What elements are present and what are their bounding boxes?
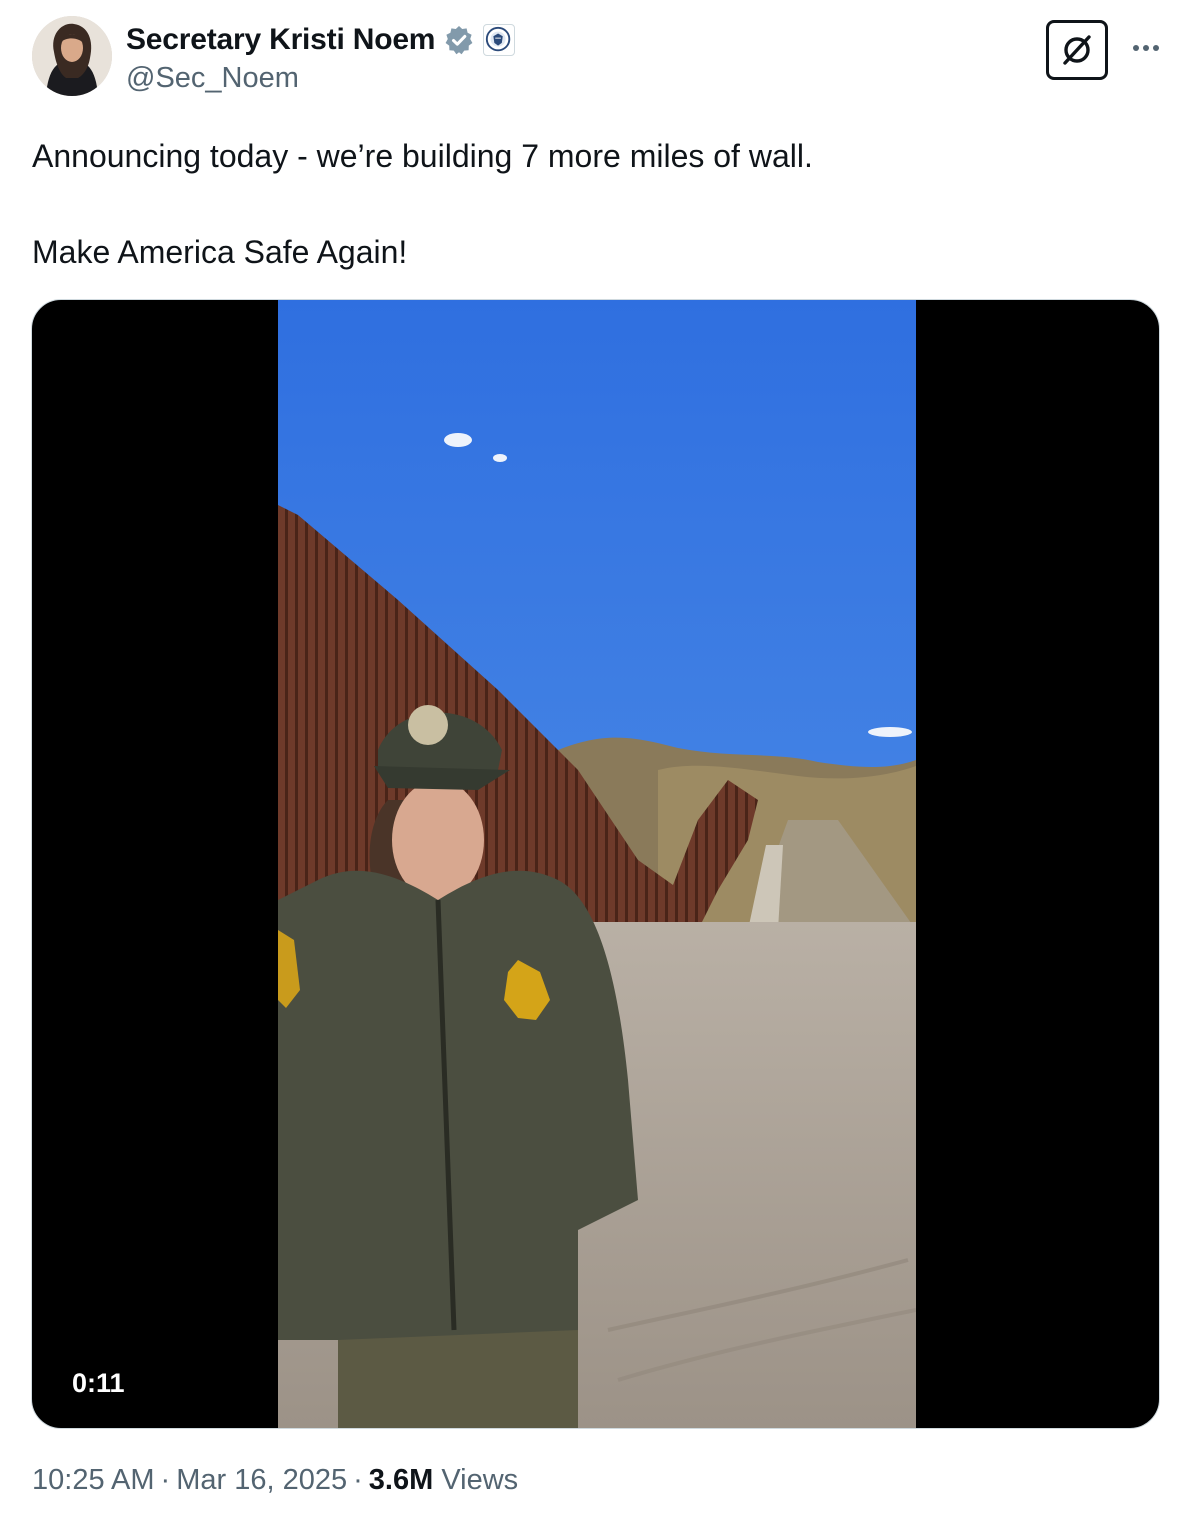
video-player[interactable]: 0:11 bbox=[31, 299, 1160, 1429]
grok-button[interactable] bbox=[1046, 20, 1108, 80]
more-options-icon[interactable] bbox=[1126, 30, 1166, 66]
meta-separator: · bbox=[353, 1464, 363, 1496]
views-count[interactable]: 3.6M bbox=[369, 1464, 433, 1496]
tweet-time[interactable]: 10:25 AM bbox=[32, 1464, 155, 1496]
tweet-text-line: Make America Safe Again! bbox=[32, 234, 408, 270]
author-name-row: Secretary Kristi Noem bbox=[126, 20, 516, 60]
dhs-seal-icon[interactable] bbox=[483, 24, 516, 56]
avatar[interactable] bbox=[32, 16, 112, 96]
video-frame[interactable] bbox=[278, 300, 916, 1428]
more-dot bbox=[1143, 45, 1149, 51]
author-display-name[interactable]: Secretary Kristi Noem bbox=[126, 23, 435, 57]
tweet-card: Secretary Kristi Noem @Sec_Noem Announci… bbox=[0, 0, 1185, 1515]
meta-separator: · bbox=[160, 1464, 171, 1496]
tweet-date[interactable]: Mar 16, 2025 bbox=[176, 1464, 347, 1496]
avatar-photo bbox=[32, 16, 112, 96]
tweet-text-line: Announcing today - we’re building 7 more… bbox=[32, 138, 813, 174]
verified-badge-icon[interactable] bbox=[443, 24, 475, 56]
grok-icon bbox=[1063, 35, 1091, 65]
tweet-meta: 10:25 AM · Mar 16, 2025 · 3.6M Views bbox=[32, 1464, 518, 1497]
video-thumbnail bbox=[278, 300, 916, 1428]
more-dot bbox=[1133, 45, 1139, 51]
views-label: Views bbox=[441, 1464, 519, 1496]
more-dot bbox=[1153, 45, 1159, 51]
video-duration: 0:11 bbox=[62, 1364, 135, 1403]
author-handle[interactable]: @Sec_Noem bbox=[126, 62, 299, 95]
tweet-text: Announcing today - we’re building 7 more… bbox=[32, 132, 1152, 276]
